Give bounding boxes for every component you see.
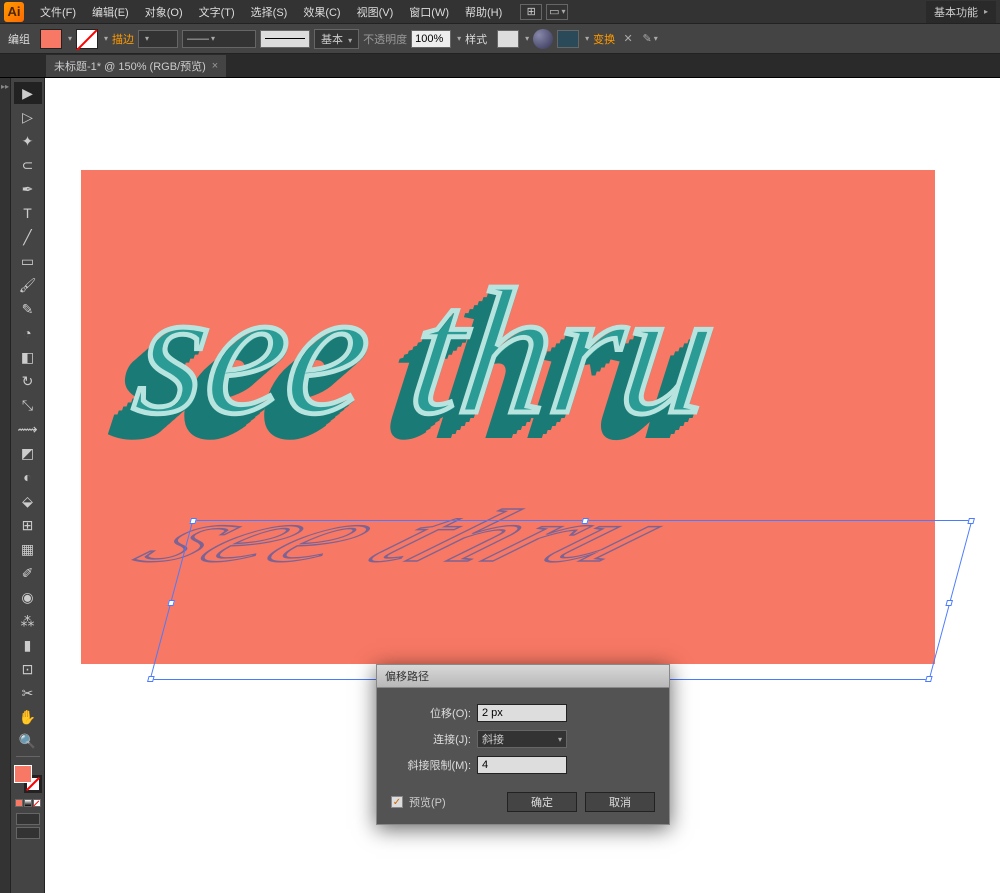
join-label: 连接(J): — [391, 731, 471, 747]
free-transform-tool[interactable]: ◩ — [14, 442, 42, 464]
rectangle-tool[interactable]: ▭ — [14, 250, 42, 272]
scale-tool[interactable]: ⤡ — [14, 394, 42, 416]
toolbox: ▶ ▷ ✦ ⊂ ✒ T ╱ ▭ 🖌 ✎ ◔ ◧ ↻ ⤡ ⟿ ◩ ◐ ⬙ ⊞ ▦ … — [11, 78, 45, 893]
opacity-label[interactable]: 不透明度 — [363, 31, 407, 47]
isolate-icon[interactable]: ✕ — [619, 30, 637, 48]
artboard: see thru see thru see thru — [81, 170, 935, 664]
brush-basic[interactable]: 基本 ▾ — [314, 29, 359, 49]
handle-tl[interactable] — [189, 518, 197, 524]
app-logo: Ai — [4, 2, 24, 22]
width-profile[interactable]: —— ▾ — [182, 30, 256, 48]
menu-view[interactable]: 视图(V) — [349, 1, 402, 23]
arrange-icon[interactable]: ▭▾ — [546, 4, 568, 20]
offset-path-dialog: 偏移路径 位移(O): 连接(J): 斜接▾ 斜接限制(M): ✓ 预览(P) … — [376, 664, 670, 825]
slice-tool[interactable]: ✂ — [14, 682, 42, 704]
control-bar: 编组 ▾ ▾ 描边 ▾ —— ▾ 基本 ▾ 不透明度 100%▾ 样式 ▾ ▾ … — [0, 24, 1000, 54]
menu-select[interactable]: 选择(S) — [243, 1, 296, 23]
opacity-value[interactable]: 100% — [411, 30, 451, 48]
menu-effect[interactable]: 效果(C) — [295, 1, 348, 23]
preview-label[interactable]: 预览(P) — [409, 794, 446, 810]
line-tool[interactable]: ╱ — [14, 226, 42, 248]
miter-label: 斜接限制(M): — [391, 757, 471, 773]
mesh-tool[interactable]: ⊞ — [14, 514, 42, 536]
offset-label: 位移(O): — [391, 705, 471, 721]
brush-definition[interactable] — [260, 30, 310, 48]
document-tab[interactable]: 未标题-1* @ 150% (RGB/预览) × — [46, 55, 226, 77]
draw-mode[interactable] — [16, 813, 40, 825]
tab-close-icon[interactable]: × — [212, 60, 218, 72]
stroke-weight[interactable]: ▾ — [138, 30, 178, 48]
preview-checkbox[interactable]: ✓ — [391, 796, 403, 808]
paintbrush-tool[interactable]: 🖌 — [14, 274, 42, 296]
menu-text[interactable]: 文字(T) — [191, 1, 243, 23]
eyedropper-tool[interactable]: ✐ — [14, 562, 42, 584]
miter-input[interactable] — [477, 756, 567, 774]
handle-br[interactable] — [925, 676, 933, 682]
hand-tool[interactable]: ✋ — [14, 706, 42, 728]
selection-tool[interactable]: ▶ — [14, 82, 42, 104]
tab-title: 未标题-1* @ 150% (RGB/预览) — [54, 58, 206, 74]
transform-link[interactable]: 变换 — [593, 31, 615, 47]
gradient-mode[interactable] — [24, 799, 32, 807]
align-icon[interactable] — [557, 30, 579, 48]
direct-selection-tool[interactable]: ▷ — [14, 106, 42, 128]
recolor-icon[interactable] — [533, 29, 553, 49]
handle-ml[interactable] — [167, 600, 175, 606]
lasso-tool[interactable]: ⊂ — [14, 154, 42, 176]
menu-file[interactable]: 文件(F) — [32, 1, 84, 23]
screen-mode[interactable] — [16, 827, 40, 839]
menu-window[interactable]: 窗口(W) — [401, 1, 457, 23]
blend-tool[interactable]: ◉ — [14, 586, 42, 608]
workspace-switcher[interactable]: 基本功能▸ — [926, 1, 996, 23]
column-graph-tool[interactable]: ▮ — [14, 634, 42, 656]
bridge-icon[interactable]: ⊞ — [520, 4, 542, 20]
menu-help[interactable]: 帮助(H) — [457, 1, 510, 23]
fill-color[interactable] — [14, 765, 32, 783]
pen-tool[interactable]: ✒ — [14, 178, 42, 200]
eraser-tool[interactable]: ◧ — [14, 346, 42, 368]
tool-divider — [16, 756, 40, 757]
menu-edit[interactable]: 编辑(E) — [84, 1, 137, 23]
handle-tr[interactable] — [967, 518, 975, 524]
menu-bar: Ai 文件(F) 编辑(E) 对象(O) 文字(T) 选择(S) 效果(C) 视… — [0, 0, 1000, 24]
solid-mode[interactable] — [15, 799, 23, 807]
artboard-tool[interactable]: ⊡ — [14, 658, 42, 680]
shape-builder-tool[interactable]: ◐ — [14, 466, 42, 488]
perspective-tool[interactable]: ⬙ — [14, 490, 42, 512]
cancel-button[interactable]: 取消 — [585, 792, 655, 812]
pencil-tool[interactable]: ✎ — [14, 298, 42, 320]
style-swatch[interactable] — [497, 30, 519, 48]
join-select[interactable]: 斜接▾ — [477, 730, 567, 748]
magic-wand-tool[interactable]: ✦ — [14, 130, 42, 152]
width-tool[interactable]: ⟿ — [14, 418, 42, 440]
artwork-outline-text: see thru — [124, 248, 728, 455]
blob-brush-tool[interactable]: ◔ — [14, 322, 42, 344]
none-mode[interactable] — [33, 799, 41, 807]
style-label[interactable]: 样式 — [465, 31, 487, 47]
handle-mr[interactable] — [945, 600, 953, 606]
type-tool[interactable]: T — [14, 202, 42, 224]
document-tab-bar: 未标题-1* @ 150% (RGB/预览) × — [0, 54, 1000, 78]
dialog-title: 偏移路径 — [377, 665, 669, 688]
selection-type-label: 编组 — [8, 31, 30, 47]
selection-bounds[interactable] — [150, 520, 973, 680]
menu-object[interactable]: 对象(O) — [137, 1, 191, 23]
rotate-tool[interactable]: ↻ — [14, 370, 42, 392]
fill-stroke-picker[interactable] — [14, 765, 42, 793]
color-mode-row — [15, 799, 41, 807]
gradient-tool[interactable]: ▦ — [14, 538, 42, 560]
handle-bl[interactable] — [147, 676, 155, 682]
symbol-sprayer-tool[interactable]: ⁂ — [14, 610, 42, 632]
handle-tm[interactable] — [581, 518, 589, 524]
dock-collapse[interactable]: ▸▸ — [0, 78, 11, 893]
edit-icon[interactable]: ✎▾ — [641, 30, 659, 48]
zoom-tool[interactable]: 🔍 — [14, 730, 42, 752]
ok-button[interactable]: 确定 — [507, 792, 577, 812]
stroke-link[interactable]: 描边 — [112, 31, 134, 47]
stroke-swatch[interactable] — [76, 29, 98, 49]
fill-swatch[interactable] — [40, 29, 62, 49]
offset-input[interactable] — [477, 704, 567, 722]
